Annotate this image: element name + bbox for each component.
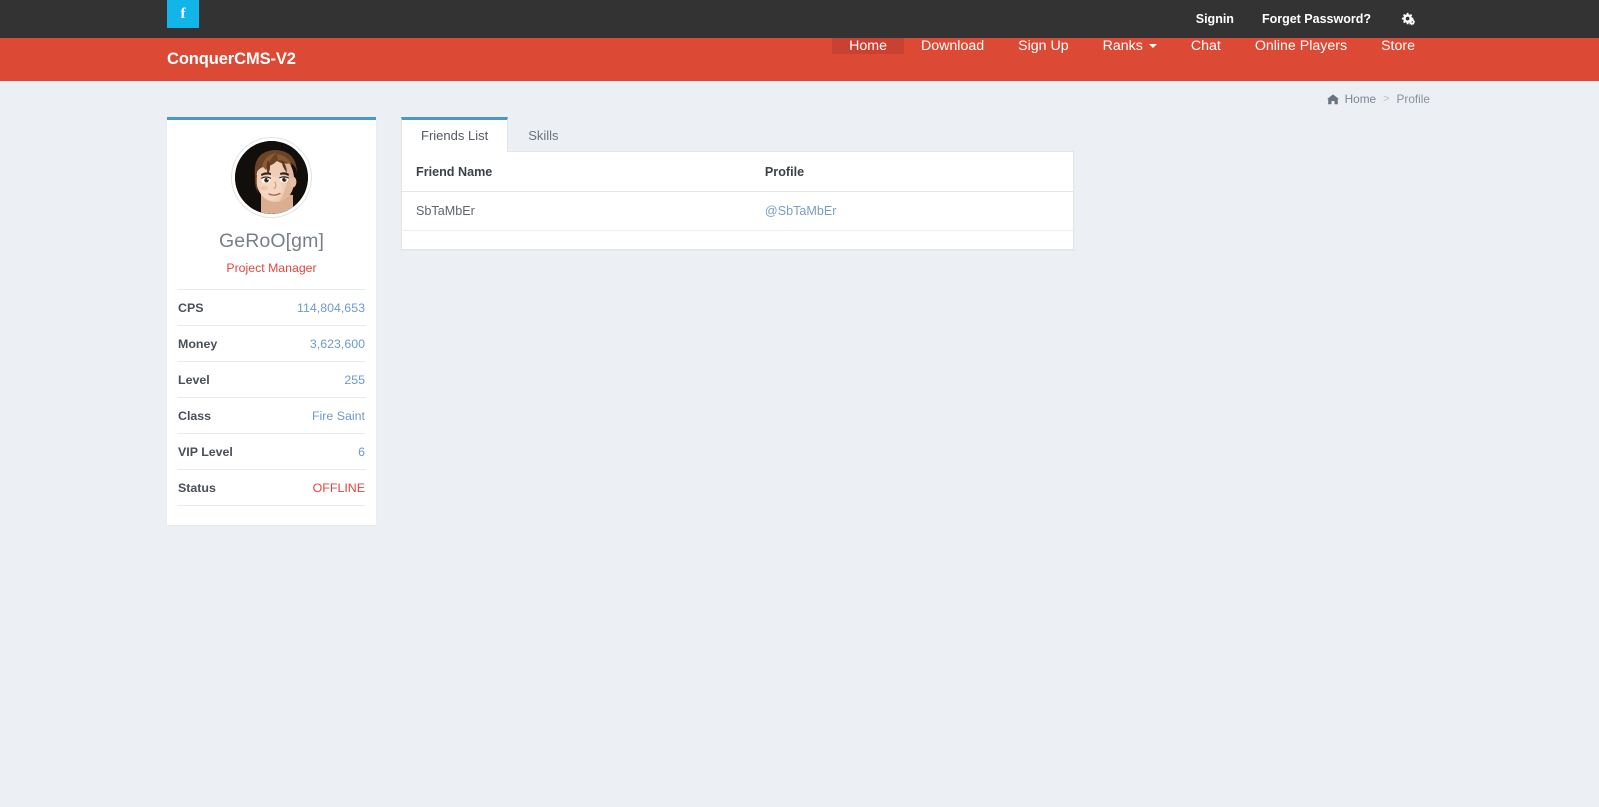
page-container: Home > Profile GeRoO[gm] Project Manager… [167, 81, 1432, 525]
home-icon [1326, 93, 1339, 105]
top-utility-bar: f Signin Forget Password? [0, 0, 1599, 38]
stat-row-money: Money 3,623,600 [177, 325, 366, 361]
nav-item-chat: Chat [1174, 38, 1238, 81]
stat-label-money: Money [178, 337, 218, 351]
column-header-profile: Profile [750, 152, 1073, 192]
table-row: SbTaMbEr @SbTaMbEr [402, 191, 1073, 231]
nav-link-home[interactable]: Home [832, 38, 905, 54]
nav-link-online-players[interactable]: Online Players [1238, 38, 1364, 54]
tab-content-friends-list: Friend Name Profile SbTaMbEr @SbTaMbEr [401, 151, 1074, 250]
signin-link[interactable]: Signin [1182, 12, 1248, 26]
nav-item-ranks: Ranks [1086, 38, 1174, 81]
stat-value-level: 255 [344, 373, 365, 387]
stat-row-cps: CPS 114,804,653 [177, 289, 366, 325]
friends-table-body: SbTaMbEr @SbTaMbEr [402, 191, 1073, 231]
cell-profile: @SbTaMbEr [750, 191, 1073, 231]
details-column: Friends List Skills Friend Name Profile [401, 117, 1074, 250]
nav-item-download: Download [904, 38, 1001, 81]
status-badge: OFFLINE [312, 481, 365, 495]
topbar-links: Signin Forget Password? [1182, 12, 1430, 27]
profile-role: Project Manager [226, 261, 317, 275]
stat-value-money: 3,623,600 [309, 337, 365, 351]
profile-header: GeRoO[gm] Project Manager [167, 120, 376, 289]
profile-username: GeRoO[gm] [219, 230, 324, 252]
breadcrumb-current: Profile [1396, 92, 1430, 106]
column-header-friend-name: Friend Name [402, 152, 751, 192]
friends-table-head: Friend Name Profile [402, 152, 1073, 192]
stat-row-vip-level: VIP Level 6 [177, 433, 366, 469]
table-header-row: Friend Name Profile [402, 152, 1073, 192]
primary-nav: Home Download Sign Up Ranks Chat Online … [832, 38, 1432, 81]
nav-item-online-players: Online Players [1238, 38, 1364, 81]
stat-value-vip-level: 6 [358, 445, 365, 459]
cell-friend-name: SbTaMbEr [402, 191, 751, 231]
facebook-icon[interactable]: f [167, 0, 199, 28]
tab-friends-list[interactable]: Friends List [401, 117, 509, 152]
nav-link-signup[interactable]: Sign Up [1001, 38, 1085, 54]
nav-link-ranks-label: Ranks [1102, 38, 1143, 54]
profile-stats: CPS 114,804,653 Money 3,623,600 Level 25… [167, 289, 376, 506]
friend-profile-link[interactable]: @SbTaMbEr [765, 204, 837, 218]
stat-value-class: Fire Saint [311, 409, 365, 423]
tab-friends-list-item: Friends List [401, 117, 509, 152]
nav-link-chat[interactable]: Chat [1174, 38, 1238, 54]
nav-link-store[interactable]: Store [1364, 38, 1432, 54]
breadcrumb: Home > Profile [167, 81, 1432, 117]
tab-skills-item: Skills [508, 117, 578, 151]
main-content-row: GeRoO[gm] Project Manager CPS 114,804,65… [167, 117, 1432, 525]
tab-skills[interactable]: Skills [508, 117, 578, 152]
nav-item-home: Home [832, 38, 905, 81]
chevron-down-icon [1148, 44, 1157, 48]
stat-label-status: Status [178, 481, 216, 495]
profile-card-footer [167, 506, 376, 525]
nav-link-ranks[interactable]: Ranks [1086, 38, 1174, 54]
nav-item-store: Store [1364, 38, 1432, 81]
avatar[interactable] [232, 138, 311, 217]
profile-card: GeRoO[gm] Project Manager CPS 114,804,65… [167, 117, 376, 525]
stat-label-level: Level [178, 373, 210, 387]
breadcrumb-home-link[interactable]: Home [1345, 92, 1376, 106]
nav-link-download[interactable]: Download [904, 38, 1001, 54]
stat-row-class: Class Fire Saint [177, 397, 366, 433]
profile-column: GeRoO[gm] Project Manager CPS 114,804,65… [167, 117, 376, 525]
stat-row-status: Status OFFLINE [177, 469, 366, 506]
stat-label-vip-level: VIP Level [178, 445, 233, 459]
breadcrumb-separator: > [1383, 93, 1390, 105]
tab-strip: Friends List Skills [401, 117, 1074, 152]
stat-row-level: Level 255 [177, 361, 366, 397]
profile-tab-panel: Friends List Skills Friend Name Profile [401, 117, 1074, 250]
forget-password-link[interactable]: Forget Password? [1248, 12, 1385, 26]
stat-label-cps: CPS [178, 301, 204, 315]
gears-icon[interactable] [1385, 12, 1430, 27]
player-avatar-image [235, 141, 308, 214]
nav-item-signup: Sign Up [1001, 38, 1085, 81]
site-brand[interactable]: ConquerCMS-V2 [167, 38, 296, 81]
stat-value-cps: 114,804,653 [297, 301, 365, 315]
main-navbar: ConquerCMS-V2 Home Download Sign Up Rank… [0, 38, 1599, 81]
stat-label-class: Class [178, 409, 212, 423]
friends-table: Friend Name Profile SbTaMbEr @SbTaMbEr [402, 152, 1073, 231]
